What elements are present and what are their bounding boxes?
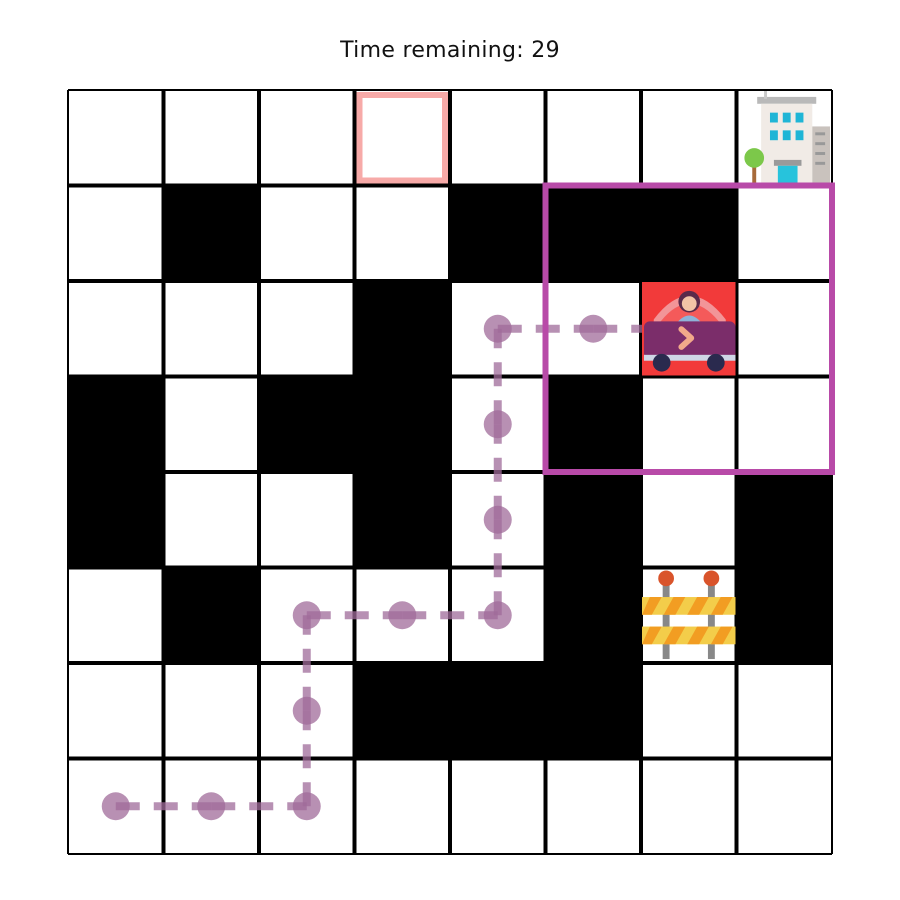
road-cell xyxy=(545,758,641,854)
road-cell xyxy=(641,567,737,663)
path-waypoint xyxy=(197,792,226,821)
path-waypoint xyxy=(292,601,321,630)
road-cell xyxy=(641,376,737,472)
road-cell xyxy=(354,90,450,186)
road-cell xyxy=(163,90,259,186)
path-waypoint xyxy=(388,601,417,630)
road-cell xyxy=(450,758,546,854)
path-waypoint xyxy=(579,314,608,343)
wall-cell xyxy=(259,376,355,472)
road-cell xyxy=(259,90,355,186)
wall-cell xyxy=(736,472,832,568)
road-cell xyxy=(68,90,164,186)
road-cell xyxy=(163,376,259,472)
road-cell xyxy=(641,90,737,186)
wall-cell xyxy=(545,472,641,568)
road-cell xyxy=(163,281,259,377)
path-waypoint xyxy=(292,696,321,725)
wall-cell xyxy=(354,376,450,472)
road-cell xyxy=(259,185,355,281)
road-cell xyxy=(736,376,832,472)
path-waypoint xyxy=(483,314,512,343)
wall-cell xyxy=(163,567,259,663)
wall-cell xyxy=(736,567,832,663)
wall-cell xyxy=(545,663,641,759)
road-cell xyxy=(736,663,832,759)
path-waypoint xyxy=(292,792,321,821)
road-cell xyxy=(641,472,737,568)
wall-cell xyxy=(354,281,450,377)
road-cell xyxy=(259,472,355,568)
wall-cell xyxy=(450,663,546,759)
road-cell xyxy=(736,281,832,377)
game-board[interactable] xyxy=(0,0,900,900)
road-cell xyxy=(68,185,164,281)
path-waypoint xyxy=(483,505,512,534)
road-cell xyxy=(641,758,737,854)
road-cell xyxy=(68,281,164,377)
wall-cell xyxy=(354,663,450,759)
road-cell xyxy=(545,90,641,186)
wall-cell xyxy=(545,185,641,281)
wall-cell xyxy=(68,376,164,472)
road-cell xyxy=(163,472,259,568)
road-cell xyxy=(736,185,832,281)
road-cell xyxy=(163,663,259,759)
wall-cell xyxy=(450,185,546,281)
road-cell xyxy=(354,185,450,281)
road-cell xyxy=(354,758,450,854)
path-waypoint xyxy=(101,792,130,821)
road-cell xyxy=(259,281,355,377)
road-cell xyxy=(68,663,164,759)
wall-cell xyxy=(641,185,737,281)
road-cell xyxy=(68,567,164,663)
wall-cell xyxy=(545,376,641,472)
wall-cell xyxy=(68,472,164,568)
road-cell xyxy=(736,758,832,854)
road-cell xyxy=(450,90,546,186)
wall-cell xyxy=(545,567,641,663)
road-cell xyxy=(641,663,737,759)
car-with-driver-icon xyxy=(642,282,736,376)
wall-cell xyxy=(354,472,450,568)
wall-cell xyxy=(163,185,259,281)
path-waypoint xyxy=(483,410,512,439)
path-waypoint xyxy=(483,601,512,630)
